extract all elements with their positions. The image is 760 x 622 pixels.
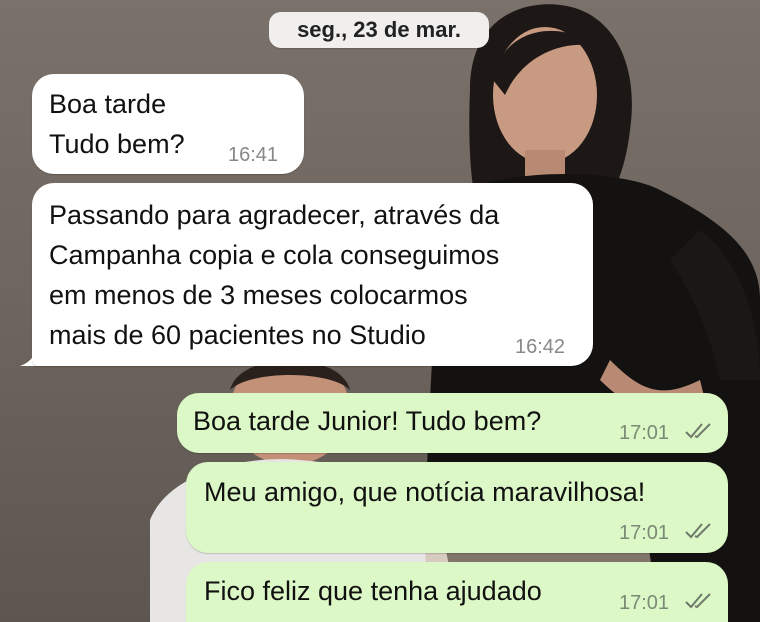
- message-text-line: Passando para agradecer, através da: [49, 200, 500, 230]
- date-label: seg., 23 de mar.: [297, 17, 461, 42]
- message-timestamp: 17:01: [619, 422, 670, 444]
- outgoing-message[interactable]: Meu amigo, que notícia maravilhosa! 17:0…: [186, 462, 728, 553]
- read-double-check-icon: [685, 423, 711, 439]
- message-timestamp: 17:01: [619, 522, 670, 544]
- message-text-line: Campanha copia e cola conseguimos: [49, 240, 500, 270]
- outgoing-message[interactable]: Fico feliz que tenha ajudado 17:01: [186, 562, 728, 622]
- message-timestamp: 16:41: [228, 144, 279, 166]
- message-text-line: em menos de 3 meses colocarmos: [49, 280, 468, 310]
- message-text-line: Boa tarde: [49, 89, 167, 119]
- message-text-line: Boa tarde Junior! Tudo bem?: [193, 406, 542, 436]
- incoming-message[interactable]: Boa tarde Tudo bem? 16:41: [32, 74, 304, 174]
- message-text-line: mais de 60 pacientes no Studio: [49, 320, 426, 350]
- message-text-line: Meu amigo, que notícia maravilhosa!: [204, 477, 646, 507]
- message-timestamp: 16:42: [515, 336, 566, 358]
- incoming-message[interactable]: Passando para agradecer, através da Camp…: [32, 183, 593, 366]
- message-text-line: Fico feliz que tenha ajudado: [204, 576, 542, 606]
- read-double-check-icon: [685, 523, 711, 539]
- outgoing-message[interactable]: Boa tarde Junior! Tudo bem? 17:01: [177, 393, 728, 453]
- date-separator: seg., 23 de mar.: [269, 12, 489, 48]
- read-double-check-icon: [685, 593, 711, 609]
- message-text-line: Tudo bem?: [49, 129, 185, 159]
- message-timestamp: 17:01: [619, 592, 670, 614]
